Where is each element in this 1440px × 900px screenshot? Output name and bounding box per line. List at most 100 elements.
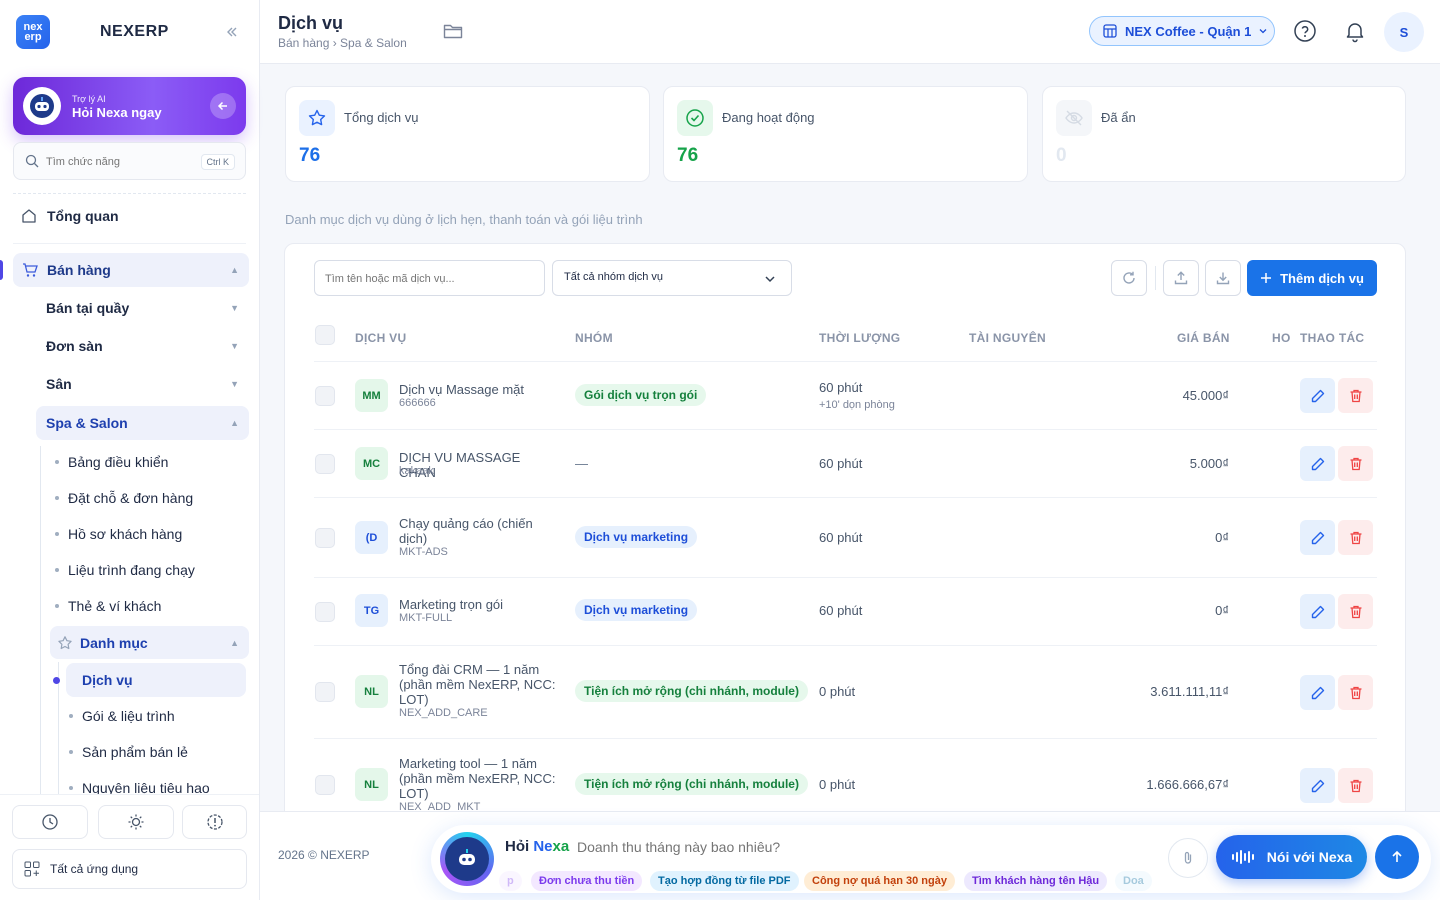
column-duration[interactable]: THỜI LƯỢNG — [819, 331, 900, 345]
table-row[interactable]: TG Marketing trọn gói MKT-FULL Dịch vụ m… — [314, 578, 1377, 646]
trash-icon[interactable] — [1338, 520, 1373, 555]
suggestion-chip[interactable]: Tìm khách hàng tên Hậu — [964, 871, 1108, 891]
shortcut-badge: Ctrl K — [200, 154, 235, 170]
service-code: 666666 — [399, 397, 436, 409]
service-name: Marketing tool — 1 năm (phần mềm NexERP,… — [399, 756, 556, 801]
column-service[interactable]: DỊCH VỤ — [355, 331, 406, 345]
group-tag: Gói dịch vụ trọn gói — [575, 384, 707, 406]
suggestion-chip[interactable]: Công nợ quá hạn 30 ngày — [804, 871, 955, 891]
refresh-button[interactable] — [1111, 260, 1147, 296]
column-group[interactable]: NHÓM — [575, 331, 613, 345]
nav-item-active-treatments[interactable]: Liệu trình đang chạy — [55, 557, 245, 583]
column-price[interactable]: GIÁ BÁN — [1177, 331, 1230, 345]
add-service-button[interactable]: Thêm dịch vụ — [1247, 260, 1377, 296]
edit-icon[interactable] — [1300, 446, 1335, 481]
avatar[interactable]: S — [1384, 12, 1424, 52]
nav-group-counter[interactable]: Bán tại quầy ▼ — [36, 292, 249, 324]
attachment-button[interactable] — [1168, 838, 1208, 878]
suggestion-chip[interactable]: Tạo hợp đồng từ file PDF — [650, 871, 799, 891]
theme-button[interactable] — [98, 805, 174, 839]
help-icon[interactable] — [1293, 19, 1317, 43]
nav-item-retail-products[interactable]: Sản phẩm bán lẻ — [69, 739, 249, 765]
arrow-left-icon[interactable] — [210, 93, 236, 119]
row-checkbox[interactable] — [315, 454, 335, 474]
search-icon — [25, 154, 39, 168]
ai-card-subtitle: Trợ lý AI — [72, 94, 106, 104]
eye-off-icon — [1056, 100, 1092, 136]
row-checkbox[interactable] — [315, 775, 335, 795]
all-apps-button[interactable]: Tất cả ứng dụng — [12, 849, 247, 889]
column-resource[interactable]: TÀI NGUYÊN — [969, 331, 1046, 345]
bell-icon[interactable] — [1343, 19, 1367, 43]
send-button[interactable] — [1375, 835, 1419, 879]
caret-up-icon: ▲ — [230, 265, 239, 275]
branch-selector[interactable]: NEX Coffee - Quận 1 — [1089, 16, 1275, 46]
alert-button[interactable] — [182, 805, 247, 839]
group-filter-select[interactable]: Tất cả nhóm dịch vụ — [552, 260, 792, 296]
edit-icon[interactable] — [1300, 594, 1335, 629]
group-tag: Dịch vụ marketing — [575, 526, 698, 548]
trash-icon[interactable] — [1338, 378, 1373, 413]
all-apps-label: Tất cả ứng dụng — [50, 862, 139, 876]
nav-item-packages[interactable]: Gói & liệu trình — [69, 703, 249, 729]
collapse-sidebar-button[interactable] — [222, 22, 242, 42]
service-search[interactable] — [314, 260, 545, 296]
nav-item-dashboard[interactable]: Bảng điều khiển — [55, 449, 245, 475]
folder-icon[interactable] — [442, 20, 464, 42]
upload-icon — [1174, 271, 1188, 285]
row-checkbox[interactable] — [315, 386, 335, 406]
service-initials-badge: TG — [355, 594, 388, 627]
arrow-up-icon — [1392, 850, 1402, 862]
service-search-input[interactable] — [325, 269, 535, 289]
sidebar-search-input[interactable] — [46, 152, 196, 172]
select-all-checkbox[interactable] — [315, 325, 335, 345]
trash-icon[interactable] — [1338, 675, 1373, 710]
nav-item-customers[interactable]: Hồ sơ khách hàng — [55, 521, 245, 547]
service-initials-badge: MM — [355, 379, 388, 412]
nav-overview[interactable]: Tổng quan — [13, 198, 246, 234]
double-chevron-left-icon — [227, 27, 237, 37]
talk-to-nexa-button[interactable]: Nói với Nexa — [1216, 835, 1367, 879]
edit-icon[interactable] — [1300, 378, 1335, 413]
edit-icon[interactable] — [1300, 675, 1335, 710]
nav-item-bookings[interactable]: Đặt chỗ & đơn hàng — [55, 485, 245, 511]
sidebar-search[interactable]: Ctrl K — [13, 142, 246, 180]
ai-assistant-card[interactable]: Trợ lý AI Hỏi Nexa ngay — [13, 77, 246, 135]
suggestion-chip[interactable]: p — [499, 871, 522, 891]
row-checkbox[interactable] — [315, 682, 335, 702]
trash-icon[interactable] — [1338, 768, 1373, 803]
history-button[interactable] — [12, 805, 88, 839]
top-header: Dịch vụ Bán hàng › Spa & Salon NEX Coffe… — [260, 0, 1440, 64]
price: 5.000₫ — [1189, 456, 1229, 471]
nexa-question-input[interactable] — [577, 839, 917, 855]
table-row[interactable]: MC DỊCH VU MASSAGE CHAN kakaak — 60 phút… — [314, 430, 1377, 498]
table-row[interactable]: NL Tổng đài CRM — 1 năm (phần mềm NexERP… — [314, 646, 1377, 739]
nav-group-marketplace[interactable]: Đơn sàn ▼ — [36, 330, 249, 362]
edit-icon[interactable] — [1300, 520, 1335, 555]
trash-icon[interactable] — [1338, 446, 1373, 481]
cart-icon — [13, 261, 47, 279]
nav-item-services[interactable]: Dịch vụ — [66, 663, 246, 697]
app-logo[interactable]: nex erp — [16, 15, 50, 49]
trash-icon[interactable] — [1338, 594, 1373, 629]
suggestion-chip[interactable]: Doa — [1115, 871, 1152, 891]
breadcrumb[interactable]: Bán hàng › Spa & Salon — [278, 36, 407, 50]
nav-section-sales[interactable]: Bán hàng ▲ — [13, 253, 249, 287]
import-button[interactable] — [1205, 260, 1241, 296]
row-checkbox[interactable] — [315, 528, 335, 548]
nav-item-cards-wallets[interactable]: Thẻ & ví khách — [55, 593, 245, 619]
table-row[interactable]: MM Dịch vụ Massage mặt 666666 Gói dịch v… — [314, 362, 1377, 430]
sound-wave-icon — [1231, 850, 1254, 864]
suggestion-chip[interactable]: Đơn chưa thu tiền — [531, 871, 643, 891]
chevron-down-icon — [1259, 29, 1267, 34]
refresh-icon — [1123, 271, 1135, 284]
table-row[interactable]: (D Chạy quảng cáo (chiến dịch) MKT-ADS D… — [314, 498, 1377, 578]
row-checkbox[interactable] — [315, 602, 335, 622]
page-title: Dịch vụ — [278, 13, 344, 33]
edit-icon[interactable] — [1300, 768, 1335, 803]
export-button[interactable] — [1163, 260, 1199, 296]
nav-group-spa-salon[interactable]: Spa & Salon ▲ — [36, 406, 249, 440]
nav-catalog[interactable]: Danh mục ▲ — [50, 626, 249, 659]
column-ho[interactable]: HO — [1272, 331, 1291, 345]
nav-group-court[interactable]: Sân ▼ — [36, 368, 249, 400]
